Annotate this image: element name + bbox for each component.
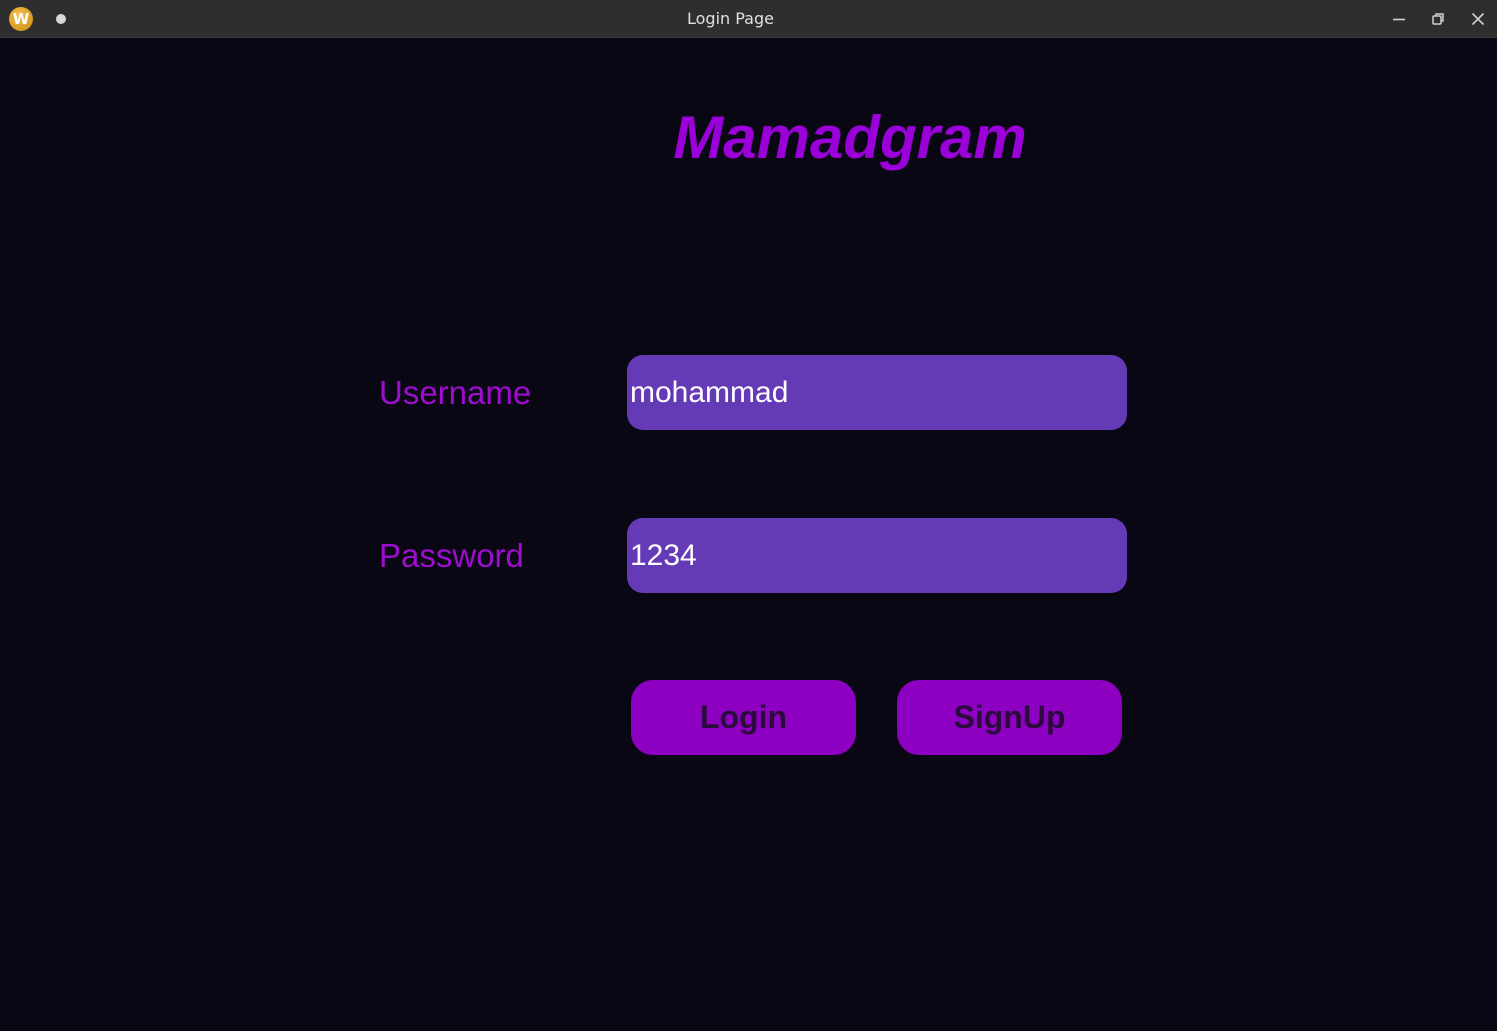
signup-button[interactable]: SignUp — [897, 680, 1122, 755]
close-icon[interactable] — [1467, 8, 1489, 30]
title-bar[interactable]: W Login Page — [0, 0, 1497, 38]
login-window: W Login Page Mamadgram Username Password… — [0, 0, 1497, 1031]
password-label: Password — [379, 537, 524, 574]
restore-icon[interactable] — [1427, 8, 1449, 30]
username-input[interactable] — [627, 355, 1127, 430]
minimize-icon[interactable] — [1388, 8, 1410, 30]
password-input[interactable] — [627, 518, 1127, 593]
app-brand-title: Mamadgram — [673, 104, 1027, 171]
window-title: Login Page — [687, 9, 774, 28]
login-button[interactable]: Login — [631, 680, 856, 755]
username-label: Username — [379, 374, 532, 411]
